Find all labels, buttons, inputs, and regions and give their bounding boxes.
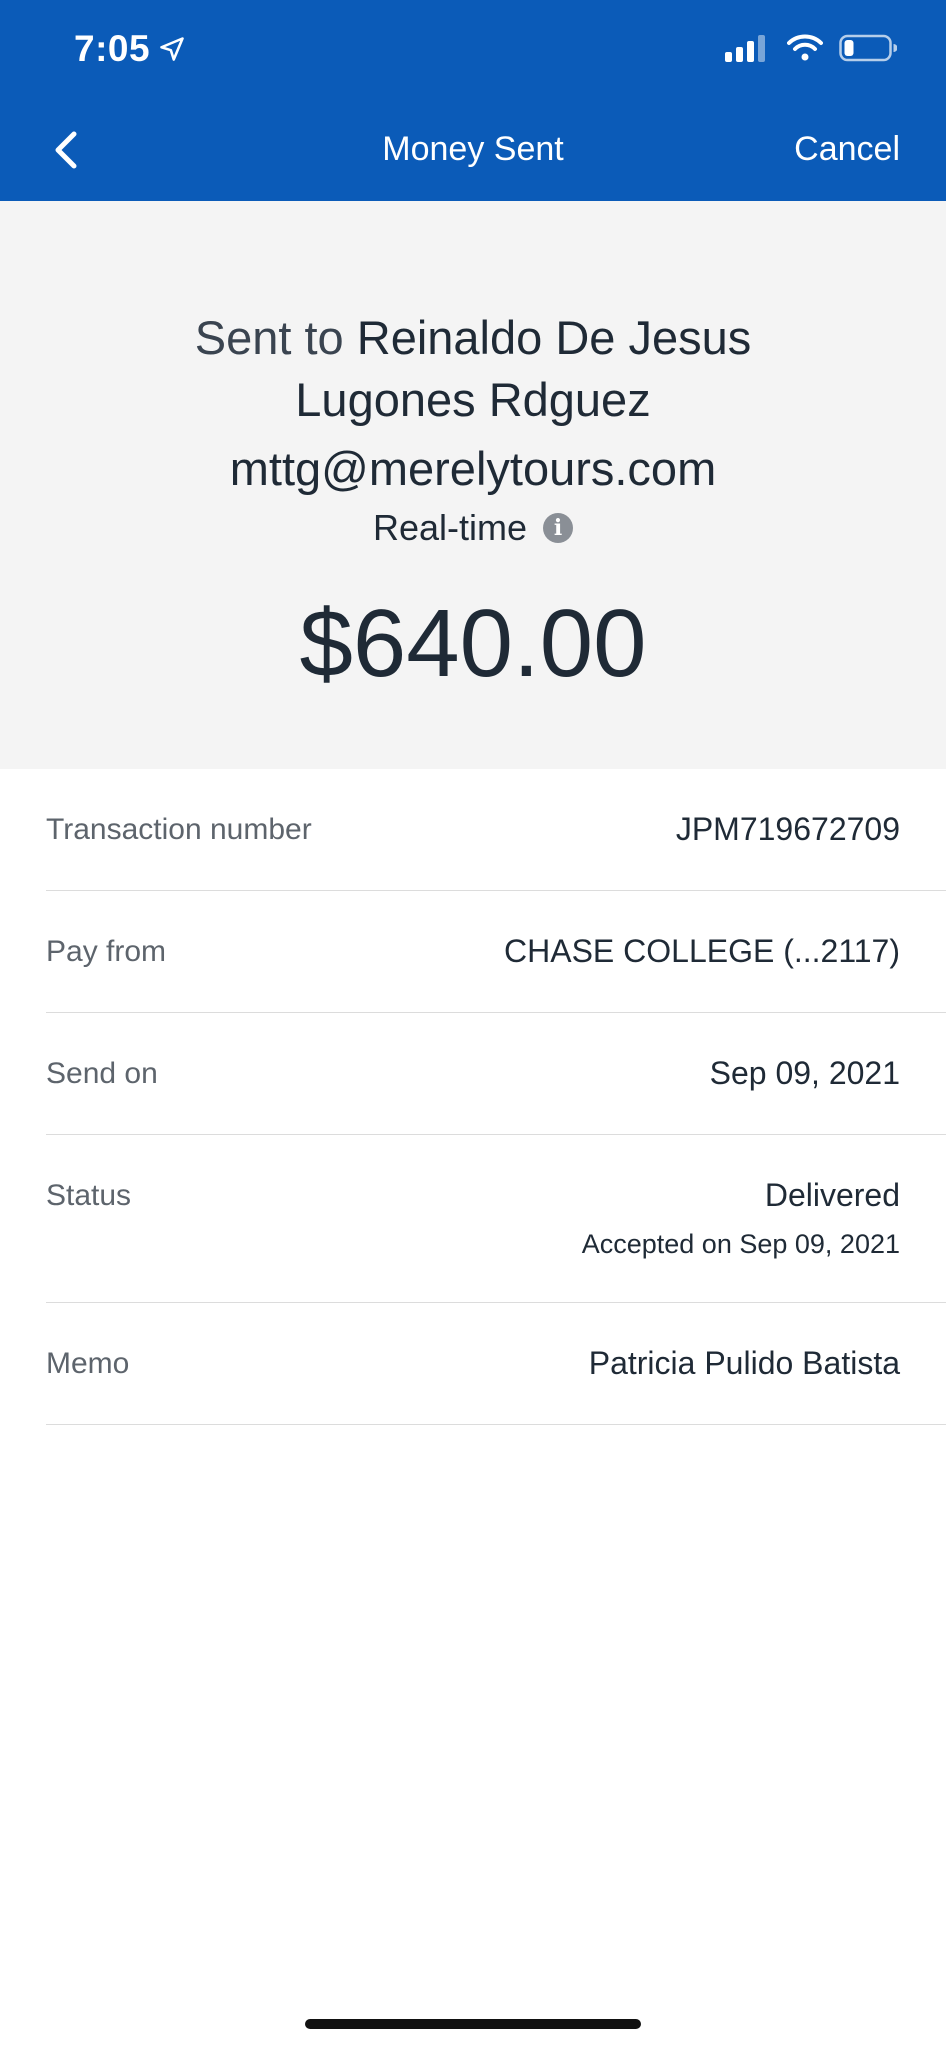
detail-value: Patricia Pulido Batista xyxy=(588,1345,900,1381)
detail-value: CHASE COLLEGE (...2117) xyxy=(504,933,900,969)
detail-label: Status xyxy=(46,1179,132,1212)
recipient-block: Sent to Reinaldo De Jesus Lugones Rdguez xyxy=(0,307,946,431)
detail-label: Transaction number xyxy=(46,813,312,846)
detail-row-status: Status Delivered Accepted on Sep 09, 202… xyxy=(46,1135,946,1303)
cellular-signal-icon xyxy=(725,34,769,62)
payment-summary: Sent to Reinaldo De Jesus Lugones Rdguez… xyxy=(0,201,946,769)
detail-row-memo: Memo Patricia Pulido Batista xyxy=(46,1303,946,1425)
recipient-name-line1: Reinaldo De Jesus xyxy=(356,311,752,364)
detail-row-send-on: Send on Sep 09, 2021 xyxy=(46,1013,946,1135)
cancel-button[interactable]: Cancel xyxy=(794,130,900,169)
detail-label: Memo xyxy=(46,1347,130,1380)
info-icon[interactable]: i xyxy=(543,513,574,543)
status-time-text: 7:05 xyxy=(74,28,151,69)
status-sub-value: Accepted on Sep 09, 2021 xyxy=(581,1229,900,1259)
detail-value: Sep 09, 2021 xyxy=(709,1055,900,1091)
status-value: Delivered xyxy=(764,1177,900,1213)
delivery-speed: Real-time i xyxy=(0,507,946,549)
detail-label: Send on xyxy=(46,1057,158,1090)
detail-row-transaction-number: Transaction number JPM719672709 xyxy=(46,769,946,891)
location-arrow-icon xyxy=(160,37,184,61)
amount: $640.00 xyxy=(299,590,647,697)
battery-icon xyxy=(839,34,897,62)
status-time: 7:05 xyxy=(74,28,186,70)
wifi-icon xyxy=(787,34,823,61)
delivery-speed-label: Real-time xyxy=(372,507,528,548)
recipient-email: mttg@merelytours.com xyxy=(229,442,717,495)
detail-label: Pay from xyxy=(46,935,167,968)
status-icons xyxy=(725,34,897,62)
recipient-name-line2: Lugones Rdguez xyxy=(295,373,651,426)
home-indicator[interactable] xyxy=(305,2019,641,2029)
transaction-details: Transaction number JPM719672709 Pay from… xyxy=(0,769,946,1425)
detail-value: JPM719672709 xyxy=(675,811,900,847)
app-header: 7:05 Money Sent Cancel xyxy=(0,0,946,201)
sent-to-prefix: Sent to xyxy=(194,311,344,364)
detail-row-pay-from: Pay from CHASE COLLEGE (...2117) xyxy=(46,891,946,1013)
